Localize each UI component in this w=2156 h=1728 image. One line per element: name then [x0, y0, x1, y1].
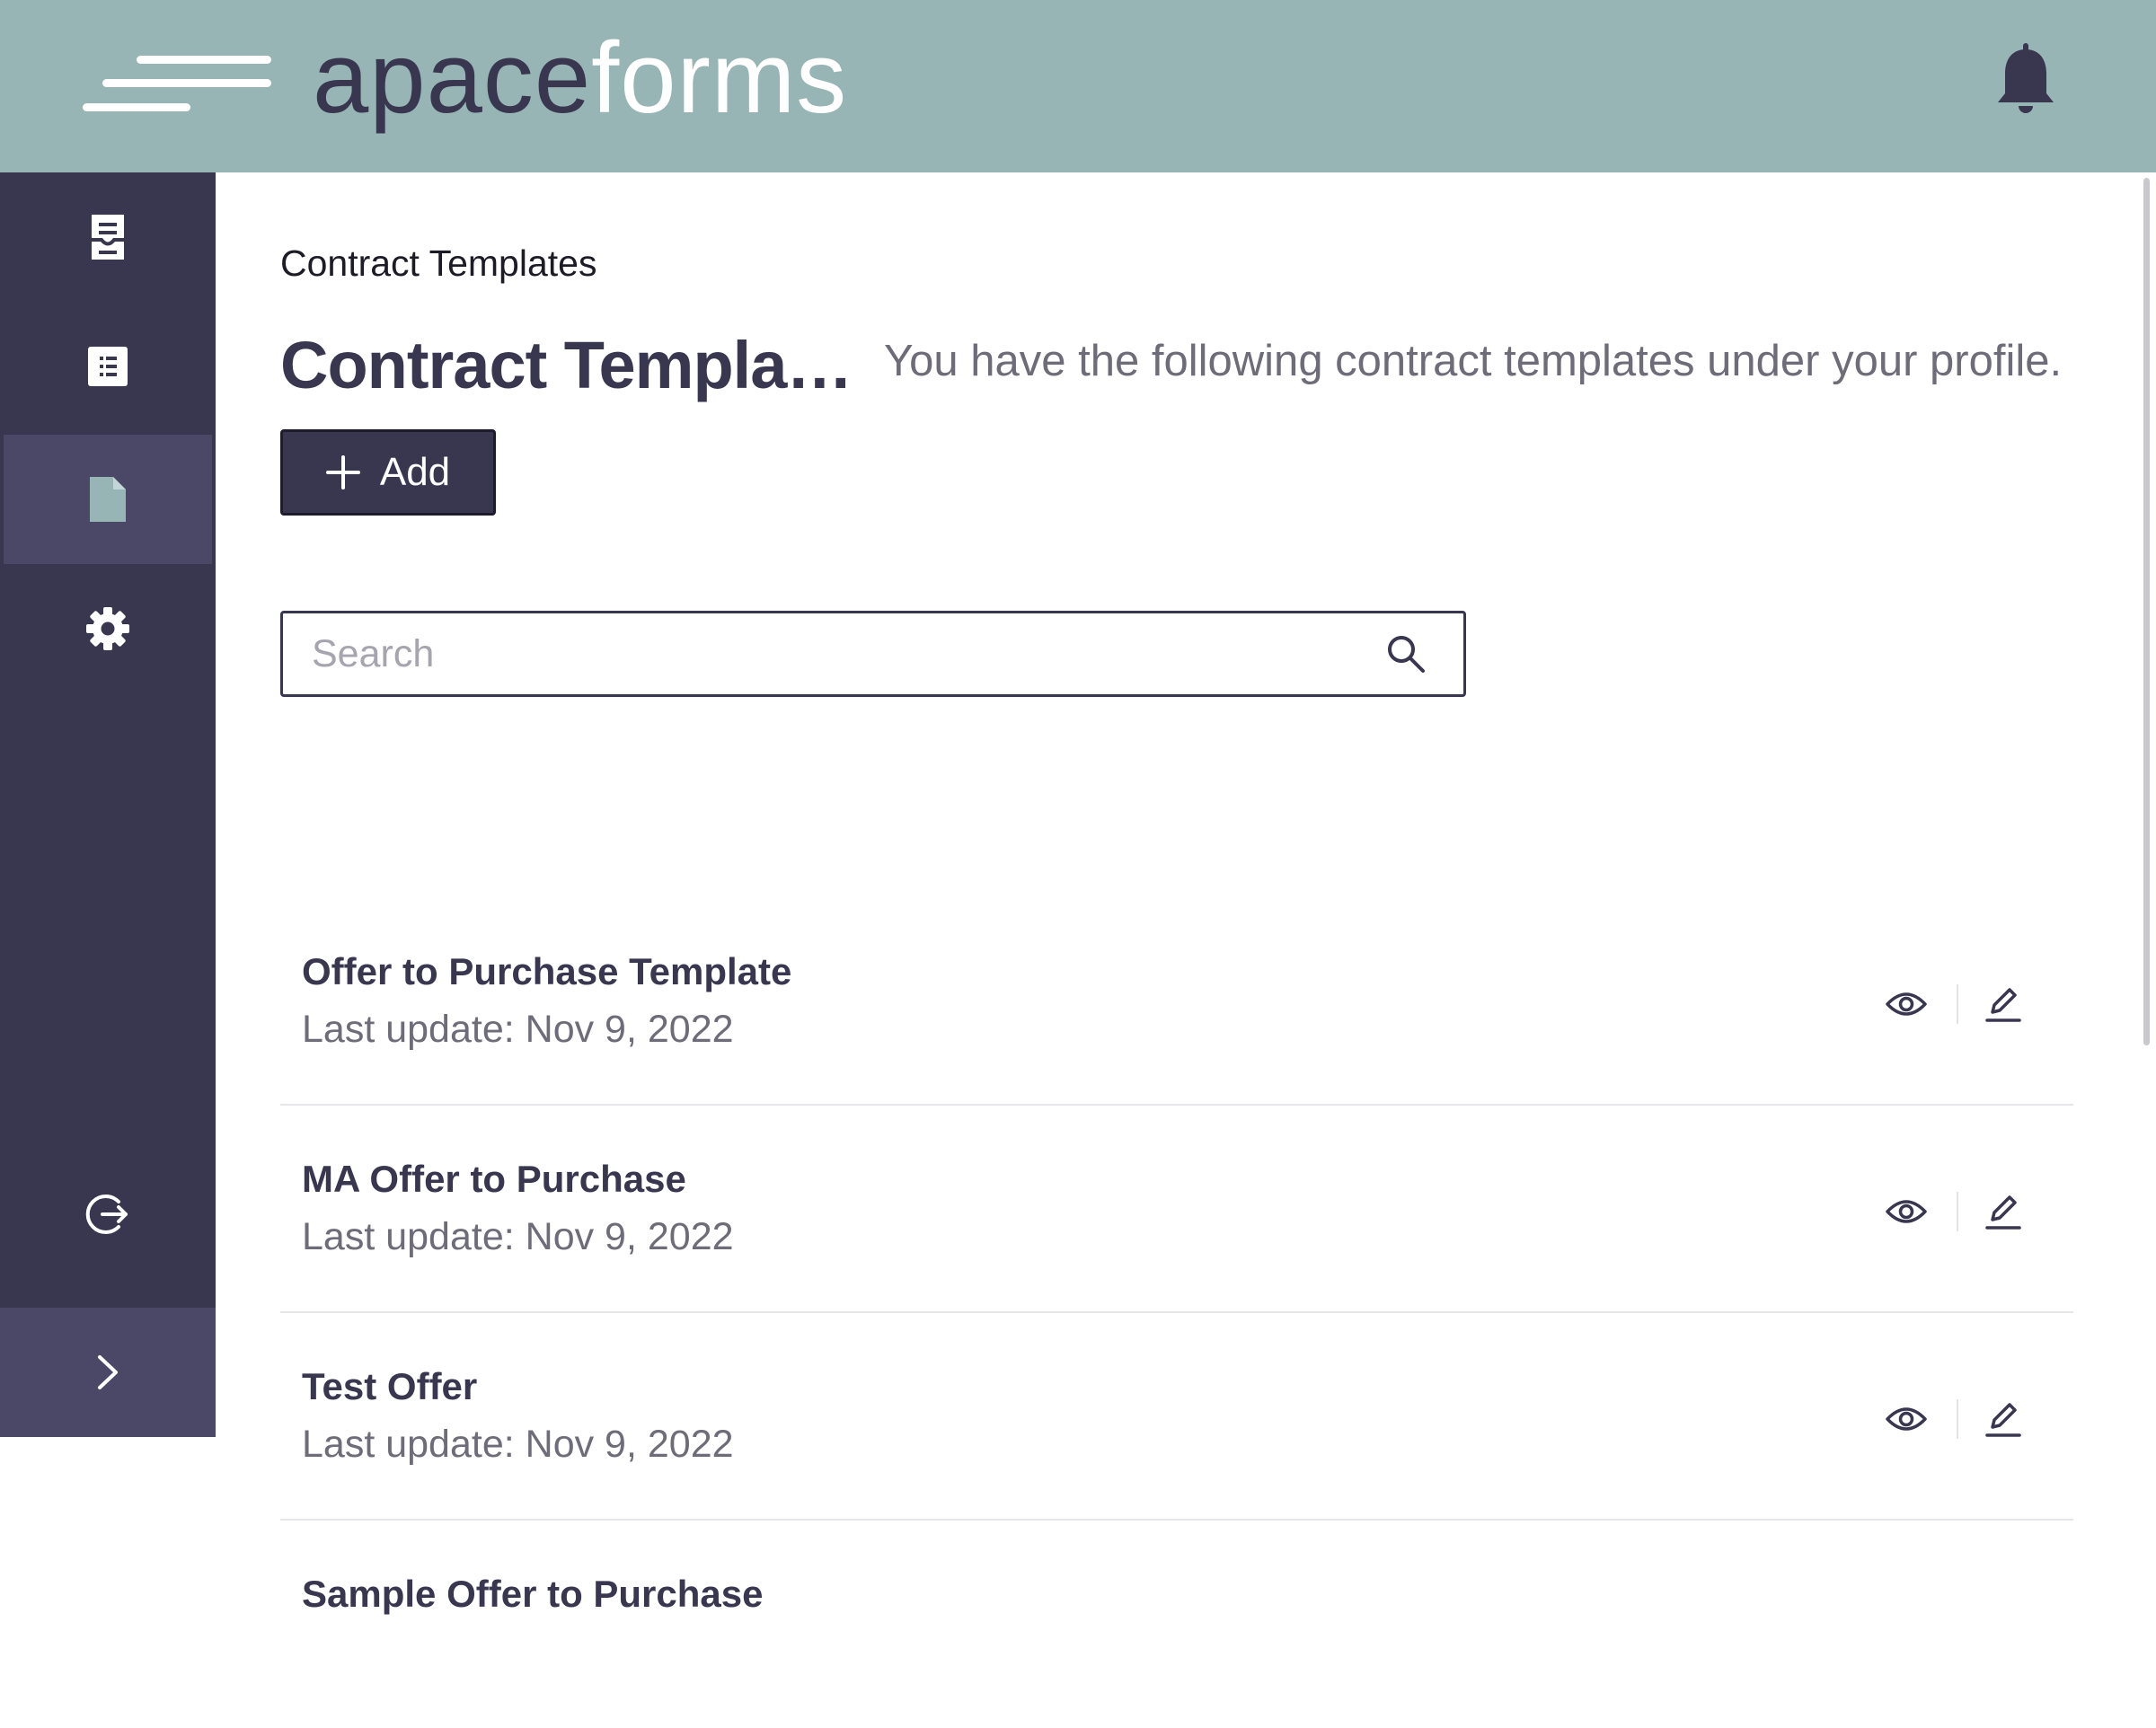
list-item: MA Offer to Purchase Last update: Nov 9,…: [280, 1106, 2073, 1313]
scrollbar[interactable]: [2138, 172, 2156, 1437]
add-button-label: Add: [379, 450, 451, 494]
list-icon: [88, 347, 128, 386]
logout-icon: [85, 1195, 128, 1234]
edit-button[interactable]: [1976, 1185, 2030, 1239]
add-template-button[interactable]: Add: [280, 429, 496, 516]
pencil-icon: [1985, 988, 2021, 1022]
edit-button[interactable]: [1976, 977, 2030, 1031]
speed-lines-logo-icon: [83, 56, 271, 111]
view-button[interactable]: [1879, 977, 1933, 1031]
list-item: Test Offer Last update: Nov 9, 2022: [280, 1313, 2073, 1521]
view-button[interactable]: [1879, 1185, 1933, 1239]
document-stack-icon: [92, 215, 124, 260]
search-input[interactable]: [283, 613, 1361, 694]
eye-icon: [1886, 1407, 1927, 1431]
sidebar: [0, 172, 216, 1437]
logo-text-dark: apace: [313, 22, 592, 134]
row-actions: [1879, 977, 2030, 1031]
template-name[interactable]: MA Offer to Purchase: [302, 1158, 686, 1201]
template-last-update: Last update: Nov 9, 2022: [302, 1423, 734, 1466]
page-subtitle: You have the following contract template…: [884, 337, 2063, 385]
plus-icon: [325, 455, 360, 489]
pencil-icon: [1985, 1195, 2021, 1230]
edit-button[interactable]: [1976, 1392, 2030, 1446]
sidebar-item-settings[interactable]: [0, 564, 216, 693]
sidebar-expand-button[interactable]: [0, 1308, 216, 1437]
template-name[interactable]: Sample Offer to Purchase: [302, 1573, 764, 1616]
divider: [1957, 1192, 1958, 1231]
sidebar-item-lists[interactable]: [0, 302, 216, 431]
logo-text-light: forms: [591, 22, 848, 134]
divider: [1957, 984, 1958, 1024]
search-icon[interactable]: [1383, 631, 1428, 676]
eye-icon: [1886, 1200, 1927, 1223]
sidebar-item-contract-templates[interactable]: [4, 435, 212, 564]
template-name[interactable]: Test Offer: [302, 1365, 477, 1408]
main-content: Contract Templates Contract Templates Yo…: [216, 172, 2156, 1615]
list-item: Sample Offer to Purchase: [280, 1521, 2073, 1728]
row-actions: [1879, 1392, 2030, 1446]
top-header: apaceforms: [0, 0, 2156, 172]
breadcrumb[interactable]: Contract Templates: [280, 242, 596, 285]
file-icon: [90, 477, 126, 522]
page-title: Contract Templates: [280, 328, 855, 402]
template-last-update: Last update: Nov 9, 2022: [302, 1215, 734, 1258]
template-list: Offer to Purchase Template Last update: …: [280, 898, 2073, 1728]
eye-icon: [1886, 992, 1927, 1016]
chevron-right-icon: [98, 1355, 118, 1389]
sidebar-item-forms[interactable]: [0, 172, 216, 302]
scrollbar-thumb[interactable]: [2143, 178, 2150, 1045]
row-actions: [1879, 1185, 2030, 1239]
bell-icon[interactable]: [1996, 43, 2055, 115]
brand-logo[interactable]: apaceforms: [313, 20, 847, 137]
gear-icon: [86, 607, 129, 650]
logout-button[interactable]: [0, 1150, 216, 1279]
search-box: [280, 611, 1466, 697]
list-item: Offer to Purchase Template Last update: …: [280, 898, 2073, 1106]
divider: [1957, 1399, 1958, 1439]
pencil-icon: [1985, 1403, 2021, 1437]
template-last-update: Last update: Nov 9, 2022: [302, 1008, 734, 1051]
view-button[interactable]: [1879, 1392, 1933, 1446]
template-name[interactable]: Offer to Purchase Template: [302, 950, 791, 993]
